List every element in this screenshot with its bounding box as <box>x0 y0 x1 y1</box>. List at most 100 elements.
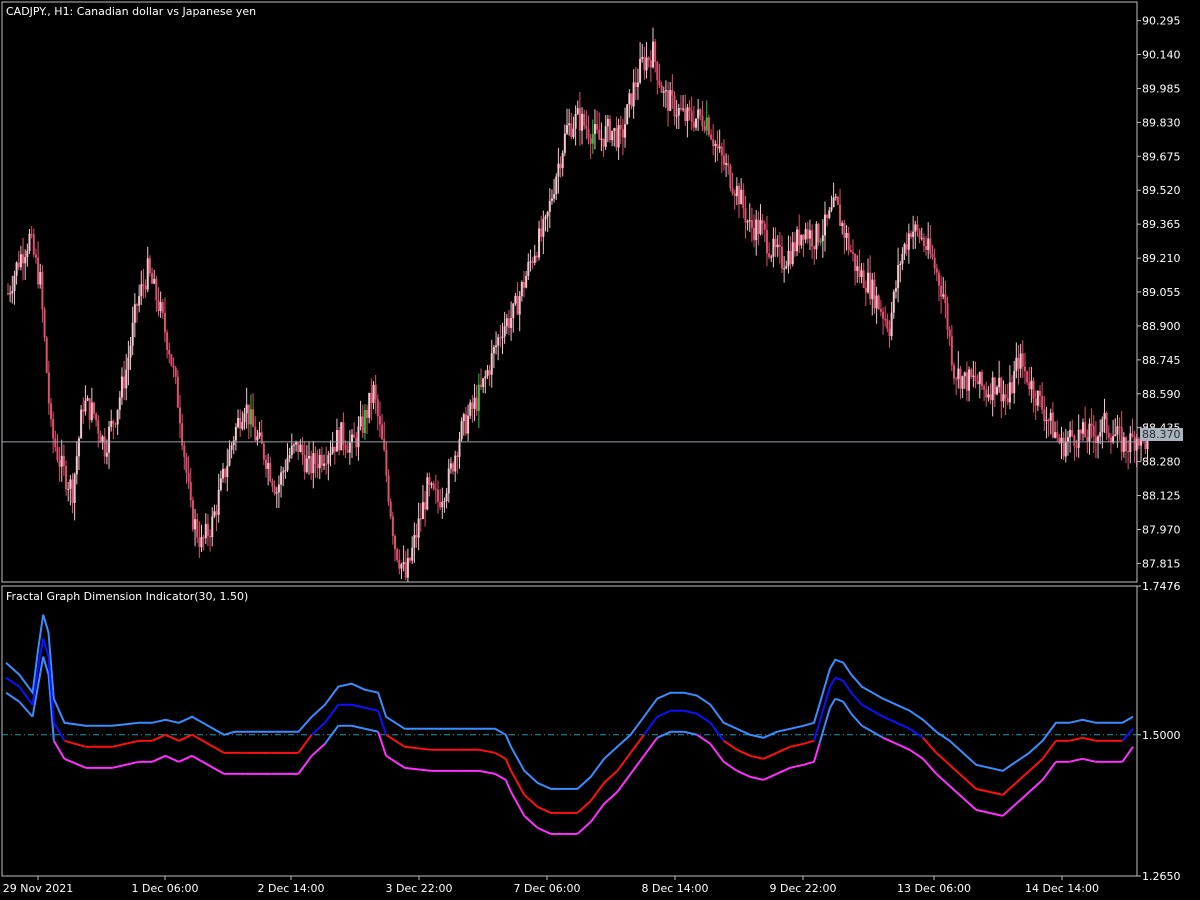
candle-body <box>52 419 55 439</box>
candle-body <box>598 129 601 140</box>
candle-body <box>372 384 375 404</box>
candle-body <box>13 275 16 292</box>
fgdi-lower-segment <box>723 760 738 772</box>
candle-body <box>241 422 244 429</box>
candle-body <box>290 445 293 456</box>
candle-body <box>843 223 846 238</box>
candle-body <box>585 125 588 129</box>
candle-body <box>776 244 779 248</box>
fgdi-main-segment <box>922 737 938 754</box>
fgdi-main-segment <box>510 770 526 796</box>
candle-body <box>469 402 472 416</box>
fgdi-main-segment <box>935 752 951 766</box>
candle-body <box>142 284 145 286</box>
candle-body <box>406 558 409 578</box>
candle-body <box>492 347 495 354</box>
candle-body <box>671 90 674 96</box>
candle-body <box>523 281 525 288</box>
candle-body <box>312 453 315 474</box>
price-axis-label: 89.675 <box>1142 150 1181 163</box>
candle-body <box>974 375 977 381</box>
candle-body <box>540 228 543 237</box>
fgdi-main-segment <box>64 739 87 748</box>
time-axis-label: 29 Nov 2021 <box>3 882 73 895</box>
candle-body <box>228 449 231 466</box>
candle-body <box>903 244 906 254</box>
fgdi-upper-band <box>5 614 1134 790</box>
candle-body <box>914 224 917 232</box>
candle-body <box>43 309 46 338</box>
candle-body <box>677 108 680 116</box>
candle-body <box>421 502 424 520</box>
candle-body <box>133 304 136 323</box>
candle-body <box>639 58 642 83</box>
fgdi-main-segment <box>842 680 853 694</box>
fgdi-main-segment <box>750 754 764 760</box>
chart-canvas[interactable]: 90.295 90.140 89.985 89.830 89.675 89.520 89.3… <box>0 0 1200 900</box>
fgdi-main-segment <box>364 706 379 712</box>
candle-body <box>587 128 590 139</box>
candle-body <box>636 82 639 87</box>
fgdi-lower-segment <box>1041 761 1057 781</box>
candle-body <box>555 176 558 195</box>
candle-body <box>1082 422 1084 434</box>
candle-body <box>161 302 164 313</box>
fgdi-main-segment <box>962 776 977 790</box>
candle-body <box>103 436 106 457</box>
candle-body <box>647 57 650 61</box>
fgdi-main-segment <box>1015 770 1031 784</box>
candle-body <box>351 434 353 443</box>
indicator-axis-label: 1.7476 <box>1142 580 1181 593</box>
candle-body <box>802 234 805 240</box>
candle-body <box>179 407 181 424</box>
fgdi-main-segment <box>643 716 659 736</box>
candle-body <box>275 492 278 494</box>
candle-body <box>477 384 480 411</box>
candle-body <box>1092 425 1095 437</box>
candle-body <box>1103 412 1106 420</box>
price-axis-label: 87.970 <box>1142 523 1181 536</box>
candle-body <box>213 511 216 517</box>
candle-body <box>869 272 872 300</box>
candle-body <box>282 471 285 473</box>
candle-body <box>550 198 553 201</box>
candle-body <box>69 479 72 489</box>
candle-body <box>426 477 429 510</box>
candle-body <box>490 353 493 375</box>
candle-body <box>510 317 513 328</box>
candle-body <box>120 376 123 398</box>
candle-body <box>1090 423 1093 426</box>
fgdi-main-segment <box>818 704 826 724</box>
candle-body <box>112 420 115 424</box>
fgdi-lower-segment <box>377 731 388 757</box>
fgdi-lower-segment <box>151 754 166 763</box>
candle-body <box>262 443 265 460</box>
fgdi-main-segment <box>629 734 645 754</box>
candle-body <box>563 133 566 154</box>
candle-body <box>546 211 549 217</box>
candle-body <box>937 272 940 286</box>
candle-body <box>697 109 700 119</box>
candle-body <box>589 138 592 144</box>
candle-body <box>211 516 214 538</box>
candle-body <box>428 477 431 485</box>
chart-window[interactable]: 90.295 90.140 89.985 89.830 89.675 89.520 89.3… <box>0 0 1200 900</box>
price-axis-label: 89.210 <box>1142 252 1181 265</box>
candle-body <box>1077 429 1080 448</box>
candle-body <box>1107 432 1110 438</box>
candle-body <box>720 146 723 156</box>
candle-body <box>912 231 915 237</box>
candle-body <box>684 108 687 122</box>
candle-body <box>643 56 646 71</box>
candle-body <box>566 125 568 134</box>
candle-body <box>682 108 685 110</box>
candle-body <box>604 126 607 147</box>
candle-body <box>424 502 427 510</box>
candle-body <box>318 454 321 469</box>
fgdi-lower-segment <box>1121 746 1134 763</box>
candle-body <box>342 422 345 445</box>
candle-body <box>256 436 259 441</box>
candle-body <box>449 463 452 469</box>
candle-body <box>452 463 455 472</box>
candle-body <box>879 309 882 312</box>
